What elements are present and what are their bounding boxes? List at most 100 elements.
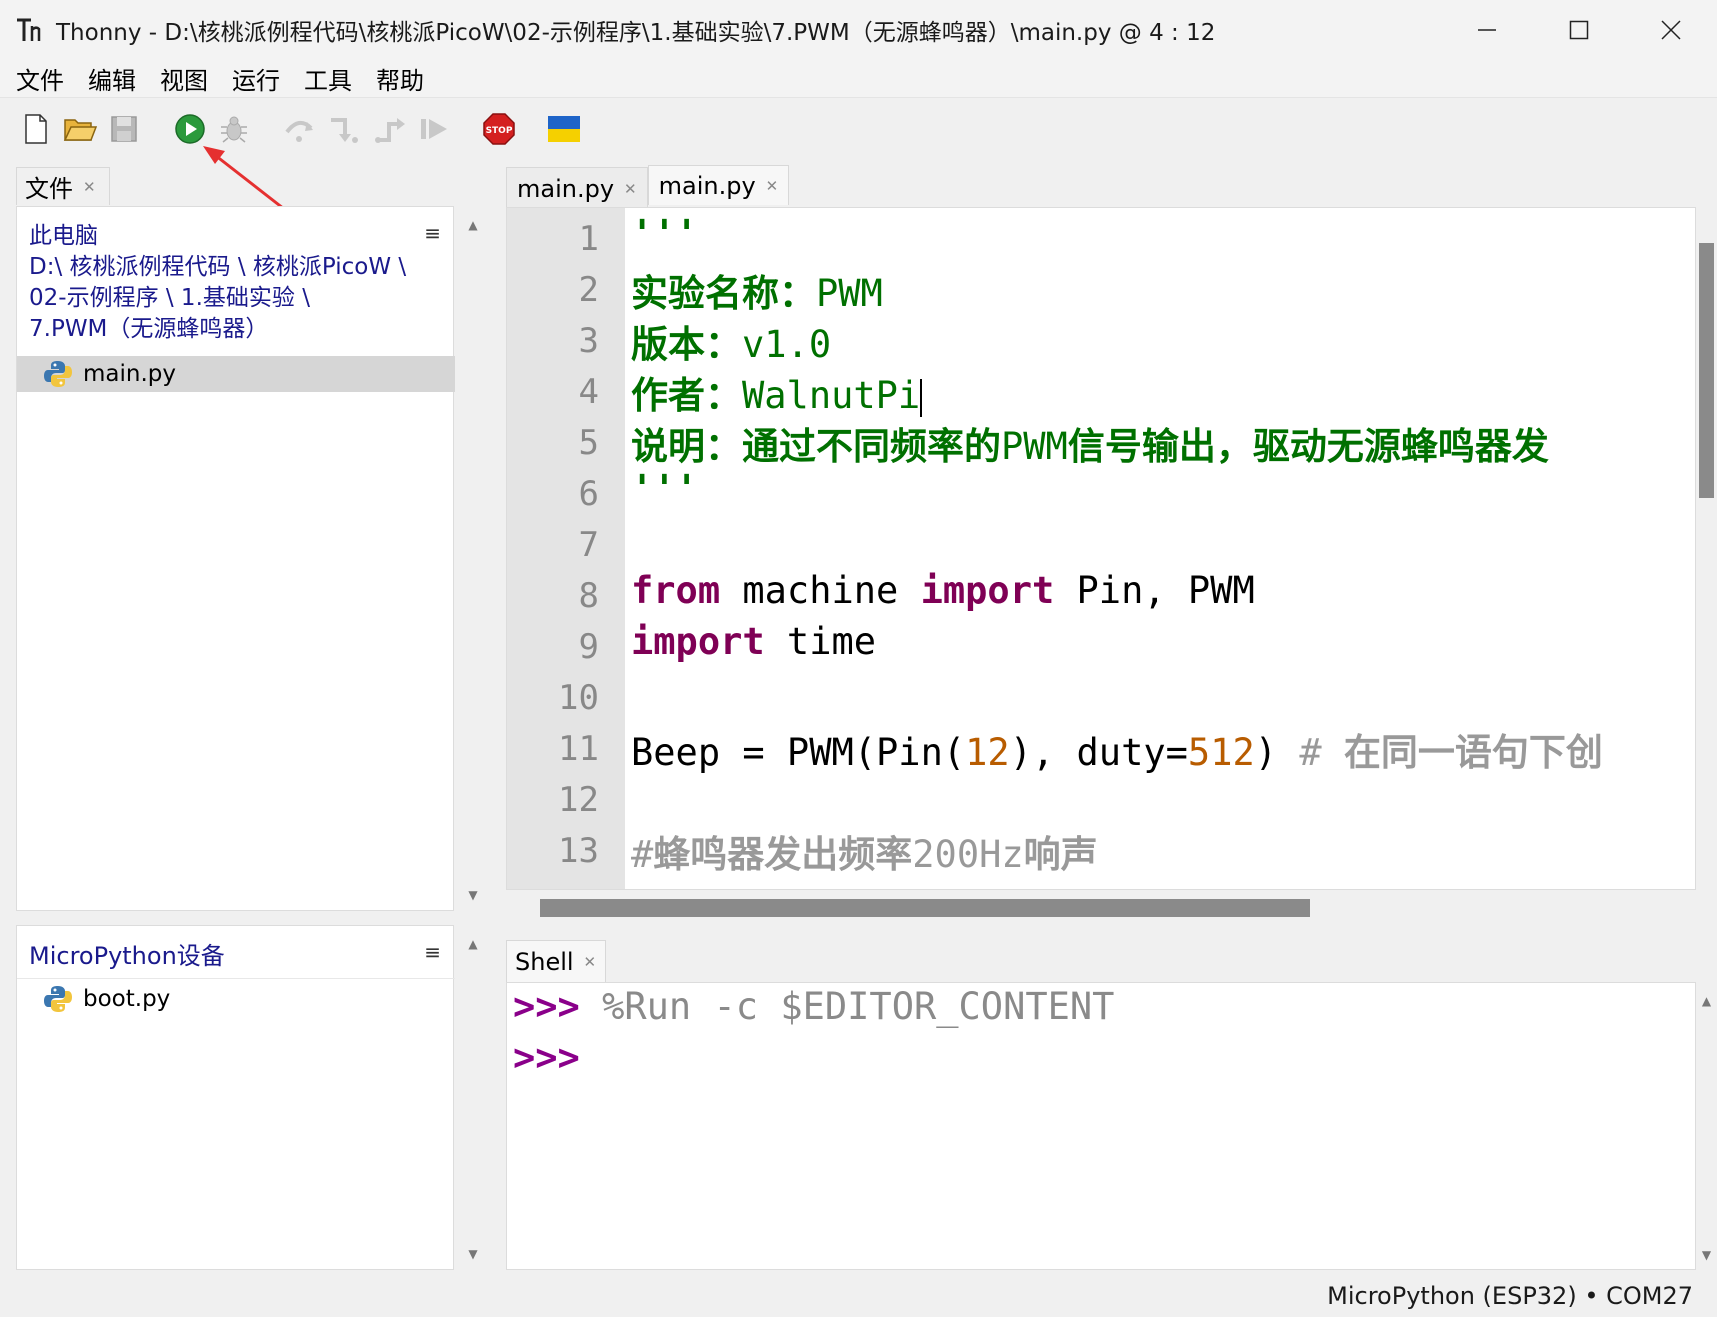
code-line-8: from machine import Pin, PWM <box>631 569 1255 612</box>
line-number: 12 <box>558 780 599 820</box>
shell-prompt: >>> <box>513 985 580 1028</box>
shell-line: >>> %Run -c $EDITOR_CONTENT <box>513 985 1114 1028</box>
panel-menu-icon[interactable]: ≡ <box>424 940 441 964</box>
files-panel-tab[interactable]: 文件 ✕ <box>16 167 110 205</box>
debug-icon[interactable] <box>216 111 252 147</box>
stop-icon[interactable]: STOP <box>481 111 517 147</box>
scroll-up-icon[interactable]: ▲ <box>1696 994 1717 1008</box>
new-file-icon[interactable] <box>18 111 54 147</box>
device-panel-scroll-up[interactable]: ▲ <box>462 937 484 951</box>
code-line-2: 实验名称：PWM <box>631 272 883 315</box>
menu-file[interactable]: 文件 <box>16 61 64 96</box>
line-number: 8 <box>578 576 599 616</box>
shell-line: >>> <box>513 1036 580 1079</box>
menu-bar: 文件 编辑 视图 运行 工具 帮助 <box>0 60 1717 98</box>
line-number: 3 <box>578 321 599 361</box>
code-line-1: ''' <box>631 212 698 255</box>
open-file-icon[interactable] <box>62 111 98 147</box>
menu-view[interactable]: 视图 <box>160 61 208 96</box>
python-file-icon <box>44 986 72 1012</box>
device-file-panel: MicroPython设备 ≡ boot.py <box>16 925 455 1270</box>
local-panel-scroll-down[interactable]: ▼ <box>462 888 484 902</box>
resume-icon[interactable] <box>416 111 452 147</box>
toolbar: STOP <box>0 99 1717 161</box>
close-icon[interactable] <box>1625 0 1717 60</box>
close-icon[interactable]: ✕ <box>584 953 597 971</box>
save-file-icon[interactable] <box>106 111 142 147</box>
files-tab-label: 文件 <box>25 175 73 203</box>
device-panel-title: MicroPython设备 <box>29 942 225 970</box>
editor-tab[interactable]: main.py ✕ <box>506 167 648 209</box>
local-path[interactable]: 此电脑 D:\ 核桃派例程代码 \ 核桃派PicoW \ 02-示例程序 \ 1… <box>29 221 406 345</box>
path-line[interactable]: 此电脑 <box>29 221 406 252</box>
line-number: 1 <box>578 219 599 259</box>
title-bar: Thonny - D:\核桃派例程代码\核桃派PicoW\02-示例程序\1.基… <box>0 0 1717 60</box>
editor-tab-label: main.py <box>517 174 615 203</box>
menu-edit[interactable]: 编辑 <box>88 61 136 96</box>
close-icon[interactable]: ✕ <box>83 178 96 196</box>
line-number: 13 <box>558 831 599 871</box>
python-file-icon <box>44 361 72 387</box>
code-line-4: 作者：WalnutPi <box>631 374 923 417</box>
file-name: boot.py <box>83 986 171 1012</box>
shell-vertical-scrollbar[interactable]: ▲ ▼ <box>1696 982 1717 1270</box>
editor-tab-bar: main.py ✕ main.py ✕ <box>506 165 790 209</box>
scrollbar-thumb[interactable] <box>540 899 1310 917</box>
scroll-down-icon[interactable]: ▼ <box>1696 1248 1717 1262</box>
svg-text:STOP: STOP <box>486 126 513 136</box>
step-into-icon[interactable] <box>326 111 362 147</box>
maximize-icon[interactable] <box>1533 0 1625 60</box>
step-over-icon[interactable] <box>282 111 318 147</box>
code-line-3: 版本：v1.0 <box>631 323 832 366</box>
file-name: main.py <box>83 361 176 387</box>
shell-tab[interactable]: Shell ✕ <box>506 940 606 982</box>
code-line-6: ''' <box>631 467 698 510</box>
panel-menu-icon[interactable]: ≡ <box>424 221 441 245</box>
run-icon[interactable] <box>172 111 208 147</box>
editor-vertical-scrollbar[interactable] <box>1696 207 1717 890</box>
path-line[interactable]: 02-示例程序 \ 1.基础实验 \ <box>29 283 406 314</box>
step-out-icon[interactable] <box>372 111 408 147</box>
local-file-panel: 此电脑 D:\ 核桃派例程代码 \ 核桃派PicoW \ 02-示例程序 \ 1… <box>16 206 455 911</box>
menu-help[interactable]: 帮助 <box>376 61 424 96</box>
line-number: 6 <box>578 474 599 514</box>
menu-tools[interactable]: 工具 <box>304 61 352 96</box>
line-number: 10 <box>558 678 599 718</box>
close-icon[interactable]: ✕ <box>766 177 779 195</box>
code-line-13: #蜂鸣器发出频率200Hz响声 <box>631 833 1098 876</box>
close-icon[interactable]: ✕ <box>624 180 637 198</box>
shell-console[interactable]: >>> %Run -c $EDITOR_CONTENT >>> <box>506 982 1696 1270</box>
line-number: 7 <box>578 525 599 565</box>
window-title: Thonny - D:\核桃派例程代码\核桃派PicoW\02-示例程序\1.基… <box>56 20 1216 46</box>
code-editor[interactable]: 1 2 3 4 5 6 7 8 9 10 11 12 13 ''' 实验名称：P… <box>506 207 1696 890</box>
line-number-gutter: 1 2 3 4 5 6 7 8 9 10 11 12 13 <box>507 208 625 889</box>
minimize-icon[interactable] <box>1441 0 1533 60</box>
file-item-main-py[interactable]: main.py <box>17 356 455 392</box>
local-panel-scroll-up[interactable]: ▲ <box>462 218 484 232</box>
path-line[interactable]: 7.PWM（无源蜂鸣器） <box>29 314 406 345</box>
line-number: 2 <box>578 270 599 310</box>
menu-run[interactable]: 运行 <box>232 61 280 96</box>
code-line-9: import time <box>631 620 877 663</box>
text-cursor <box>920 378 923 417</box>
status-bar: MicroPython (ESP32) • COM27 <box>0 1276 1717 1317</box>
editor-tab-label: main.py <box>658 171 756 200</box>
divider <box>17 978 455 979</box>
line-number: 5 <box>578 423 599 463</box>
shell-tab-label: Shell <box>515 947 574 976</box>
code-line-5: 说明：通过不同频率的PWM信号输出，驱动无源蜂鸣器发 <box>631 425 1549 468</box>
path-line[interactable]: D:\ 核桃派例程代码 \ 核桃派PicoW \ <box>29 252 406 283</box>
editor-horizontal-scrollbar[interactable] <box>506 890 1696 926</box>
line-number: 4 <box>578 372 599 412</box>
code-line-11: Beep = PWM(Pin(12), duty=512) # 在同一语句下创 <box>631 731 1603 774</box>
file-item-boot-py[interactable]: boot.py <box>17 981 455 1017</box>
line-number: 9 <box>578 627 599 667</box>
shell-command: %Run -c $EDITOR_CONTENT <box>602 985 1115 1028</box>
line-number: 11 <box>558 729 599 769</box>
shell-prompt: >>> <box>513 1036 580 1079</box>
device-panel-scroll-down[interactable]: ▼ <box>462 1247 484 1261</box>
editor-tab-active[interactable]: main.py ✕ <box>647 165 790 205</box>
interpreter-status[interactable]: MicroPython (ESP32) • COM27 <box>1327 1282 1693 1310</box>
scrollbar-thumb[interactable] <box>1699 243 1714 498</box>
ukraine-flag-icon[interactable] <box>546 111 582 147</box>
